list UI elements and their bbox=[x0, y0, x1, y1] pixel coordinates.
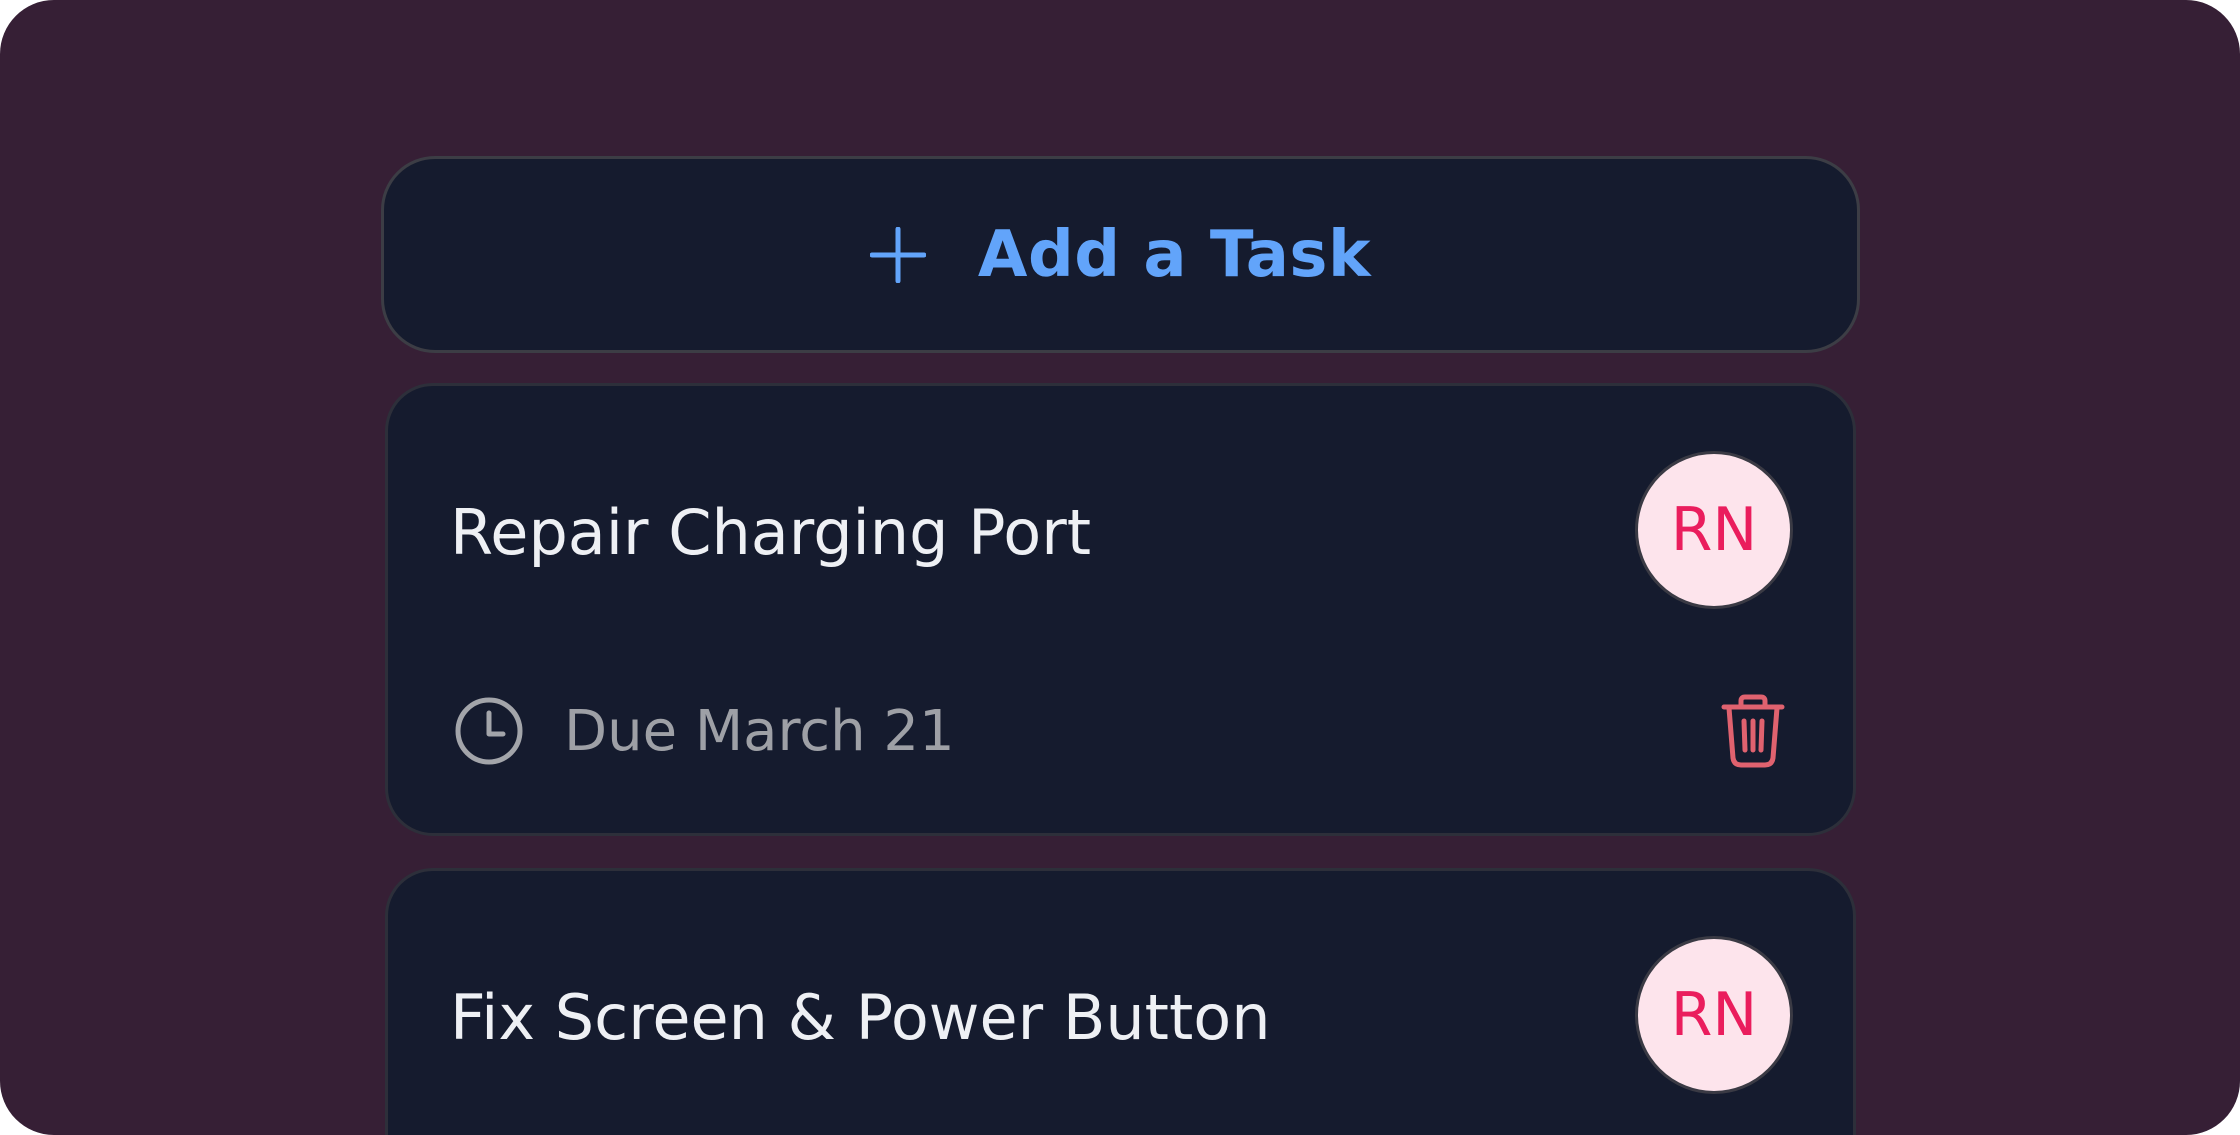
due-date-label: Due March 21 bbox=[564, 698, 955, 764]
add-task-button[interactable]: Add a Task bbox=[381, 156, 1860, 353]
avatar-initials: RN bbox=[1670, 495, 1758, 565]
task-title: Repair Charging Port bbox=[450, 496, 1092, 569]
assignee-avatar[interactable]: RN bbox=[1635, 451, 1793, 609]
task-card[interactable]: Repair Charging Port RN Due March 21 bbox=[385, 383, 1856, 836]
due-date: Due March 21 bbox=[454, 696, 955, 766]
task-title: Fix Screen & Power Button bbox=[450, 981, 1271, 1054]
avatar-initials: RN bbox=[1670, 980, 1758, 1050]
delete-task-button[interactable] bbox=[1718, 694, 1788, 768]
add-task-label: Add a Task bbox=[977, 217, 1372, 292]
plus-icon bbox=[869, 226, 926, 283]
trash-icon bbox=[1718, 694, 1788, 768]
task-card[interactable]: Fix Screen & Power Button RN bbox=[385, 868, 1856, 1135]
clock-icon bbox=[454, 696, 524, 766]
app-frame: Add a Task Repair Charging Port RN Due M… bbox=[0, 0, 2240, 1135]
assignee-avatar[interactable]: RN bbox=[1635, 936, 1793, 1094]
